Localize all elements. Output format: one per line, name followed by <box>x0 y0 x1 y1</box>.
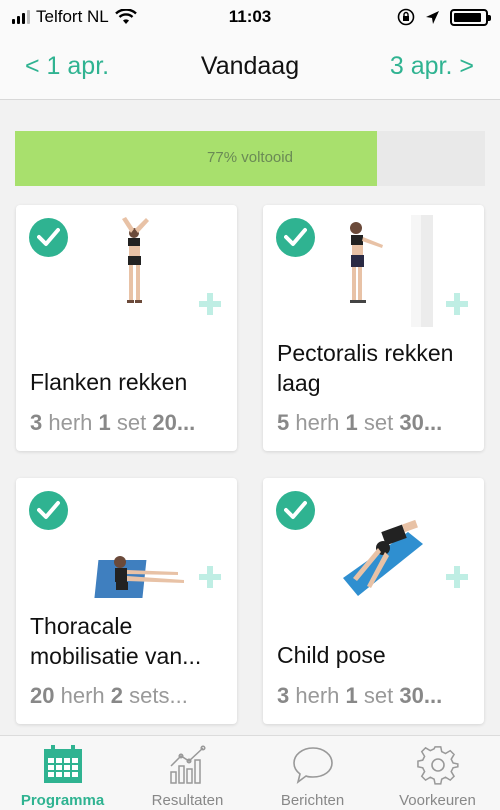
tab-label: Voorkeuren <box>399 792 476 809</box>
add-icon[interactable] <box>199 566 221 588</box>
exercise-dosage: 5 herh 1 set 30... <box>277 410 443 435</box>
battery-icon <box>450 8 491 26</box>
exercise-card[interactable]: Flanken rekken 3 herh 1 set 20... <box>16 205 237 451</box>
exercise-title: Thoracale mobilisatie van... <box>30 613 202 669</box>
tab-voorkeuren[interactable]: Voorkeuren <box>375 736 500 810</box>
app-screen: Telfort NL 11:03 < 1 apr. Vandaag 3 apr.… <box>0 0 500 810</box>
tab-berichten[interactable]: Berichten <box>250 736 375 810</box>
orientation-lock-icon <box>397 8 415 26</box>
status-bar: Telfort NL 11:03 <box>0 0 500 34</box>
calendar-icon <box>44 745 82 783</box>
exercise-illustration <box>343 519 423 596</box>
exercise-card[interactable]: Pectoralis rekken laag 5 herh 1 set 30..… <box>263 205 484 451</box>
chat-bubble-icon <box>293 747 333 784</box>
tab-label: Berichten <box>280 792 345 809</box>
location-icon <box>426 10 439 24</box>
completed-check-icon <box>29 218 68 257</box>
exercise-title: Pectoralis rekken laag <box>277 340 454 396</box>
status-right <box>397 8 491 26</box>
progress-bar: 77% voltooid <box>15 131 485 186</box>
date-navigation: < 1 apr. Vandaag 3 apr. > <box>0 34 500 100</box>
add-icon[interactable] <box>446 293 468 315</box>
exercise-card[interactable]: Child pose 3 herh 1 set 30... <box>263 478 484 724</box>
completed-check-icon <box>29 491 68 530</box>
next-day-button[interactable]: 3 apr. > <box>390 52 474 81</box>
exercise-dosage: 20 herh 2 sets... <box>30 683 188 708</box>
exercise-illustration <box>122 217 149 303</box>
add-icon[interactable] <box>446 566 468 588</box>
tab-bar: Programma Resultaten Berichten Voorkeure… <box>0 735 500 810</box>
completed-check-icon <box>276 491 315 530</box>
chart-icon <box>170 745 206 784</box>
tab-resultaten[interactable]: Resultaten <box>125 736 250 810</box>
exercise-card[interactable]: Thoracale mobilisatie van... 20 herh 2 s… <box>16 478 237 724</box>
exercise-dosage: 3 herh 1 set 20... <box>30 410 196 435</box>
tab-label: Resultaten <box>151 792 224 809</box>
progress-label: 77% voltooid <box>207 149 293 166</box>
exercise-illustration <box>94 556 184 598</box>
exercise-illustration <box>350 215 433 327</box>
exercise-title: Child pose <box>277 642 386 668</box>
exercise-title: Flanken rekken <box>30 369 188 395</box>
gear-icon <box>417 746 459 785</box>
add-icon[interactable] <box>199 293 221 315</box>
completed-check-icon <box>276 218 315 257</box>
exercise-dosage: 3 herh 1 set 30... <box>277 683 443 708</box>
tab-programma[interactable]: Programma <box>0 736 125 810</box>
tab-label: Programma <box>20 792 105 809</box>
